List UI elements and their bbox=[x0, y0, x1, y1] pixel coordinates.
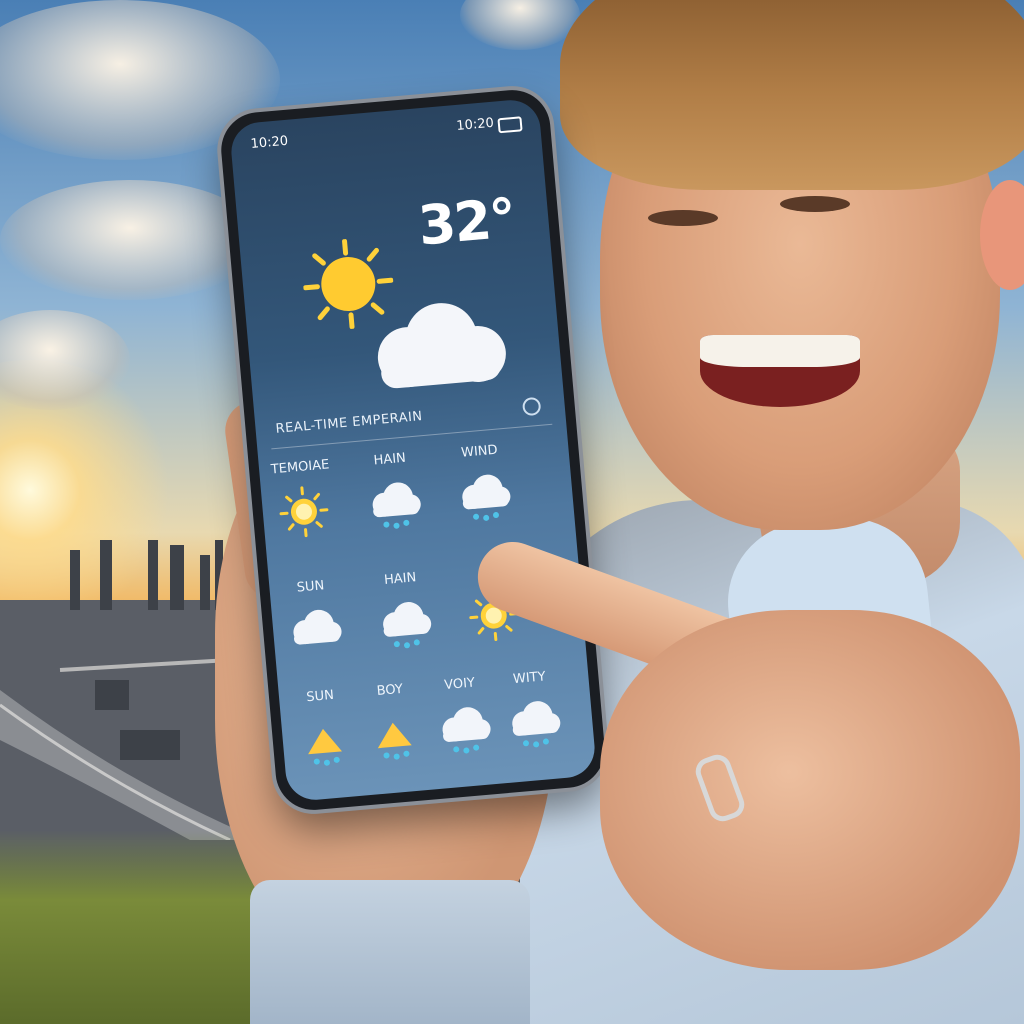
forecast-label: SUN bbox=[296, 578, 325, 596]
sun-icon[interactable] bbox=[271, 483, 337, 540]
info-icon[interactable] bbox=[521, 396, 542, 417]
forecast-label: HAIN bbox=[373, 450, 407, 469]
sky-cloud bbox=[460, 0, 580, 50]
forecast-label: TEMOIAE bbox=[270, 457, 330, 478]
status-time-left: 10:20 bbox=[250, 133, 289, 152]
forecast-label: WIND bbox=[460, 442, 499, 461]
rain-cloud-icon[interactable] bbox=[450, 467, 516, 524]
man-eye-right bbox=[780, 196, 850, 212]
man-eye-left bbox=[648, 210, 718, 226]
man-smile bbox=[700, 335, 860, 407]
cloud-icon[interactable] bbox=[281, 603, 347, 660]
sky-cloud bbox=[0, 180, 260, 300]
app-subtitle: REAL-TIME EMPERAIN bbox=[275, 409, 424, 437]
cloud-icon bbox=[377, 303, 506, 389]
current-temperature: 32° bbox=[415, 186, 518, 258]
rain-cloud-icon[interactable] bbox=[360, 475, 426, 532]
status-bar: 10:20 10:20 bbox=[230, 112, 541, 159]
battery-icon bbox=[497, 116, 523, 134]
status-time-right: 10:20 bbox=[455, 115, 495, 134]
storm-cloud-icon[interactable] bbox=[291, 712, 357, 769]
rain-cloud-icon[interactable] bbox=[371, 595, 437, 652]
right-hand bbox=[468, 520, 1024, 1020]
man-hair bbox=[560, 0, 1024, 190]
forecast-label: HAIN bbox=[383, 570, 417, 588]
storm-cloud-icon[interactable] bbox=[361, 706, 427, 763]
photo-scene: 10:20 10:20 32° REAL-TIME EMPERAIN TEMOI… bbox=[0, 0, 1024, 1024]
